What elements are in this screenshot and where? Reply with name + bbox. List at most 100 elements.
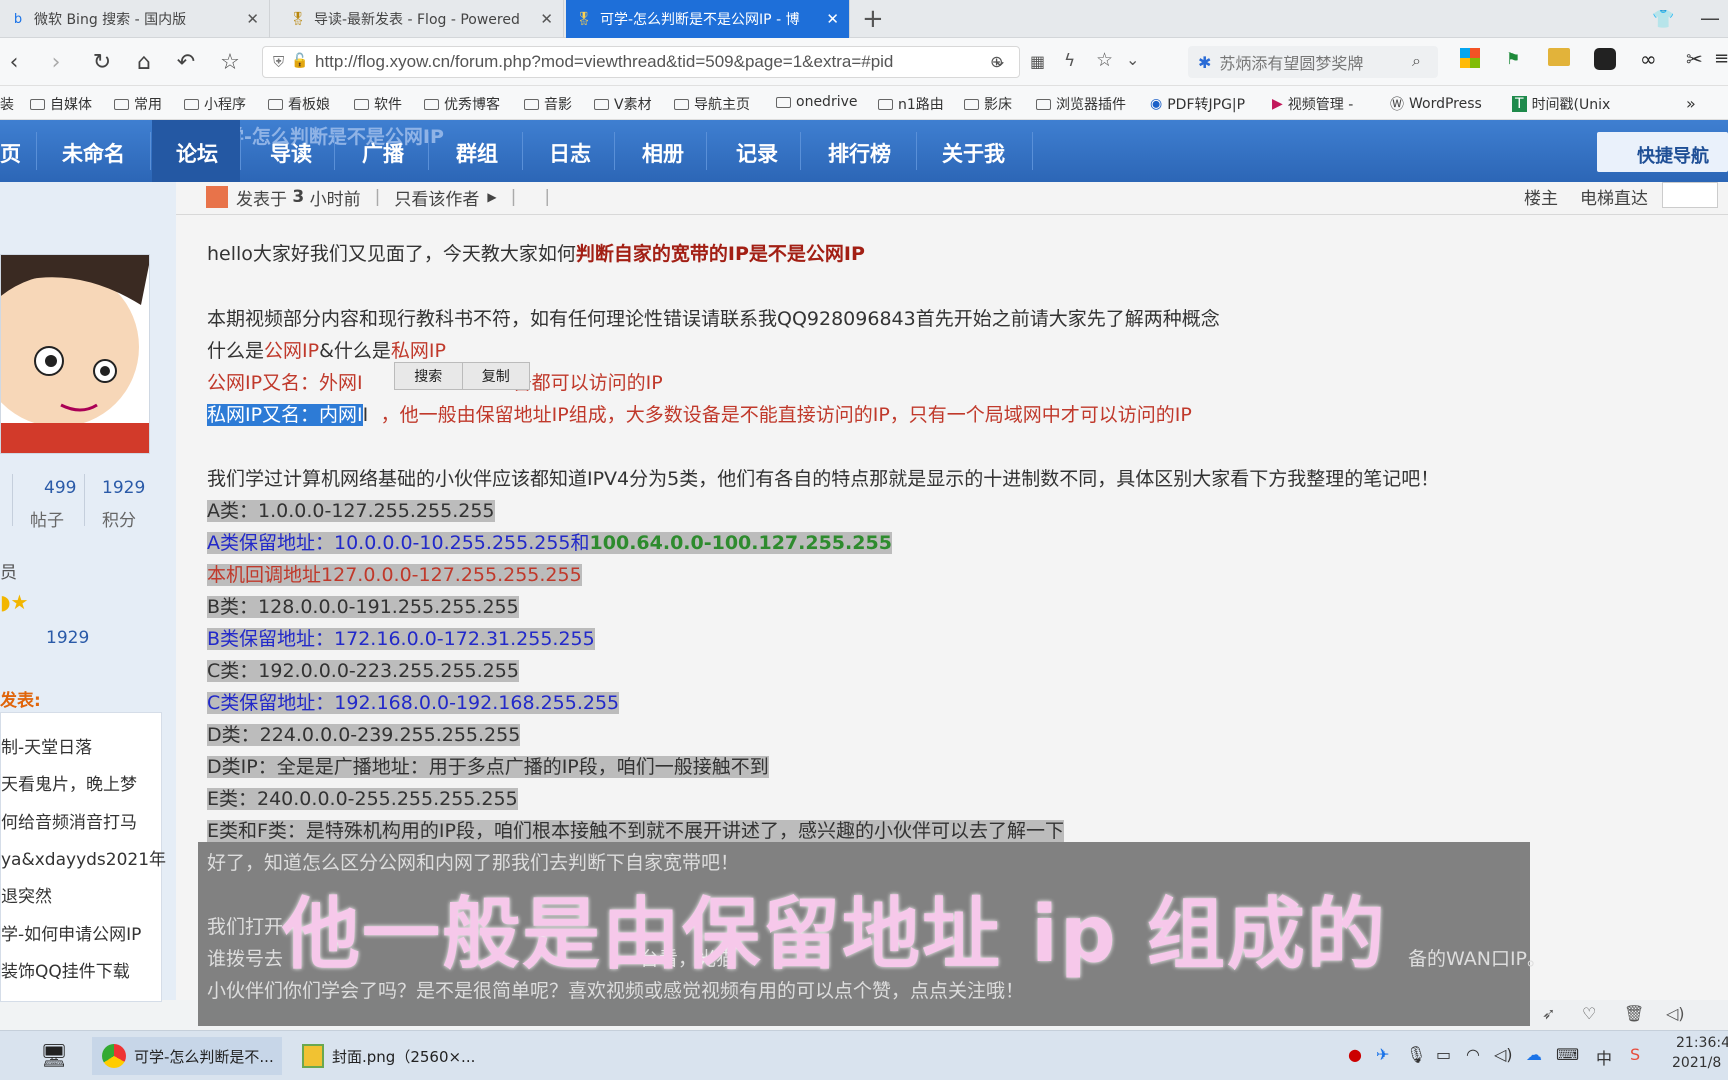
posts-count[interactable]: 499 — [44, 478, 76, 498]
zoom-icon[interactable]: ⊕ — [990, 52, 1003, 71]
recent-posts-list: 制-天堂日落 天看鬼片，晚上梦 何给音频消音打马 ya&xdayyds2021年… — [0, 712, 166, 1002]
record-icon[interactable]: ● — [1348, 1045, 1362, 1064]
list-item[interactable]: 学-如何申请公网IP — [1, 920, 141, 945]
nav-about[interactable]: 关于我 — [942, 138, 1005, 168]
undo-icon[interactable]: ↶ — [172, 48, 200, 76]
list-item[interactable]: 装饰QQ挂件下载 — [1, 957, 130, 982]
sogou-icon[interactable]: S — [1630, 1045, 1640, 1064]
scissors-icon[interactable]: ✂ — [1686, 47, 1703, 71]
bookmark-item[interactable]: onedrive — [776, 94, 857, 110]
bookmark-item[interactable]: T 时间戳(Unix — [1512, 94, 1610, 114]
qr-icon[interactable]: ▦ — [1030, 52, 1045, 71]
wifi-icon[interactable]: ◠ — [1466, 1045, 1480, 1064]
app-icon[interactable] — [1594, 48, 1616, 70]
nav-log[interactable]: 日志 — [549, 138, 591, 168]
nav-unnamed[interactable]: 未命名 — [62, 138, 125, 168]
folder-icon[interactable] — [1548, 48, 1570, 66]
nav-broadcast[interactable]: 广播 — [362, 138, 404, 168]
popup-search-button[interactable]: 搜索 — [395, 363, 462, 389]
bookmark-item[interactable]: 小程序 — [184, 94, 246, 114]
tab-current[interactable]: 🎖 可学-怎么判断是不是公网IP - 博 ✕ — [566, 0, 850, 38]
bolt-icon[interactable]: ϟ — [1064, 51, 1075, 71]
mic-icon[interactable]: 🎙 — [1406, 1045, 1426, 1064]
star-icon[interactable]: ☆ — [216, 48, 244, 76]
more-bookmarks-icon[interactable]: » — [1686, 94, 1696, 113]
shirt-icon[interactable]: 👕 — [1652, 9, 1674, 30]
nav-ranking[interactable]: 排行榜 — [828, 138, 891, 168]
search-input[interactable]: ✱ 苏炳添有望圆梦奖牌 ⌕ — [1188, 46, 1438, 78]
home-icon[interactable]: ⌂ — [130, 48, 158, 76]
nav-album[interactable]: 相册 — [642, 138, 684, 168]
bookmark-item[interactable]: 导航主页 — [674, 94, 750, 114]
list-item[interactable]: ya&xdayyds2021年 — [1, 845, 166, 870]
url-text: http://flog.xyow.cn/forum.php?mod=viewth… — [315, 52, 894, 71]
list-item[interactable]: 天看鬼片，晚上梦 — [1, 770, 137, 795]
new-tab-button[interactable]: + — [862, 4, 884, 34]
bookmark-item[interactable]: ▶ 视频管理 - — [1272, 94, 1353, 114]
nav-guide[interactable]: 导读 — [270, 138, 312, 168]
bookmark-item[interactable]: Ⓦ WordPress — [1390, 94, 1482, 114]
address-bar[interactable]: ⛨ 🔓 http://flog.xyow.cn/forum.php?mod=vi… — [262, 46, 1020, 78]
battery-icon[interactable]: ▭ — [1436, 1045, 1451, 1064]
keyboard-icon[interactable]: ⌨ — [1556, 1045, 1579, 1064]
bookmark-item[interactable]: 自媒体 — [30, 94, 92, 114]
bookmark-item[interactable]: 看板娘 — [268, 94, 330, 114]
bookmark-fragment[interactable]: 装 — [0, 94, 14, 114]
score-value: 1929 — [46, 628, 90, 648]
bookmark-item[interactable]: n1路由 — [878, 94, 944, 114]
text-cursor-icon: I — [362, 404, 369, 426]
speaker-icon[interactable]: ◁) — [1494, 1045, 1513, 1064]
bookmark-item[interactable]: 软件 — [354, 94, 402, 114]
reload-icon[interactable]: ↻ — [88, 48, 116, 76]
menu-icon[interactable]: ≡ — [1714, 48, 1728, 69]
close-icon[interactable]: ✕ — [826, 10, 839, 28]
bird-icon[interactable]: ✈ — [1376, 1045, 1389, 1064]
taskbar: 🖥 可学-怎么判断是不... 封面.png（2560×... ● ✈ 🎙 ▭ ◠… — [0, 1030, 1728, 1080]
bookmark-item[interactable]: 影床 — [964, 94, 1012, 114]
bookmark-item[interactable]: 音影 — [524, 94, 572, 114]
favorite-icon[interactable]: ☆ — [1096, 49, 1113, 71]
bookmark-item[interactable]: 常用 — [114, 94, 162, 114]
dropdown-icon[interactable]: ⌄ — [1126, 50, 1139, 69]
bookmark-item[interactable]: V素材 — [594, 94, 652, 114]
search-icon[interactable]: ⌕ — [1412, 51, 1421, 71]
popup-copy-button[interactable]: 复制 — [461, 363, 530, 389]
quick-nav-button[interactable]: 快捷导航 — [1597, 132, 1728, 172]
clock-date[interactable]: 2021/8 — [1672, 1055, 1721, 1071]
trash-icon[interactable]: 🗑 — [1624, 1004, 1644, 1023]
tab-flog[interactable]: 🎖 导读-最新发表 - Flog - Powered ✕ — [280, 0, 564, 38]
avatar[interactable] — [0, 252, 151, 454]
windows-icon[interactable] — [1460, 48, 1480, 68]
heart-icon[interactable]: ♡ — [1582, 1004, 1596, 1023]
bookmarks-bar: 装 自媒体 常用 小程序 看板娘 软件 优秀博客 音影 V素材 导航主页 one… — [0, 86, 1728, 120]
list-item[interactable]: 退突然 — [1, 882, 52, 907]
nav-group[interactable]: 群组 — [456, 138, 498, 168]
list-item[interactable]: 制-天堂日落 — [1, 733, 92, 758]
nav-forum[interactable]: 论坛 — [176, 138, 218, 168]
infinity-icon[interactable]: ∞ — [1640, 47, 1657, 71]
bookmark-item[interactable]: 优秀博客 — [424, 94, 500, 114]
only-author-link[interactable]: 只看该作者 — [394, 185, 479, 210]
rocket-icon[interactable]: ➶ — [1542, 1004, 1555, 1023]
elevator-input[interactable] — [1662, 182, 1718, 208]
flag-icon[interactable]: ⚑ — [1506, 49, 1520, 68]
taskbar-browser[interactable]: 可学-怎么判断是不... — [92, 1037, 282, 1075]
ime-indicator[interactable]: 中 — [1596, 1045, 1612, 1069]
minimize-button[interactable]: — — [1700, 6, 1720, 30]
close-icon[interactable]: ✕ — [246, 10, 259, 28]
close-icon[interactable]: ✕ — [540, 10, 553, 28]
bookmark-item[interactable]: ◉ PDF转JPG|P — [1150, 94, 1245, 114]
list-item[interactable]: 何给音频消音打马 — [1, 808, 137, 833]
nav-record[interactable]: 记录 — [736, 138, 778, 168]
back-icon[interactable]: ‹ — [0, 48, 28, 76]
volume-icon[interactable]: ◁) — [1666, 1004, 1685, 1023]
cloud-icon[interactable]: ☁ — [1526, 1045, 1542, 1064]
computer-icon[interactable]: 🖥 — [40, 1037, 68, 1075]
tab-bing[interactable]: b 微软 Bing 搜索 - 国内版 ✕ — [0, 0, 270, 38]
taskbar-image[interactable]: 封面.png（2560×... — [292, 1037, 482, 1075]
forward-icon[interactable]: › — [42, 48, 70, 76]
clock-time[interactable]: 21:36:4 — [1676, 1035, 1728, 1051]
bookmark-item[interactable]: 浏览器插件 — [1036, 94, 1126, 114]
nav-home[interactable]: 页 — [0, 138, 21, 168]
score-count[interactable]: 1929 — [102, 478, 145, 498]
